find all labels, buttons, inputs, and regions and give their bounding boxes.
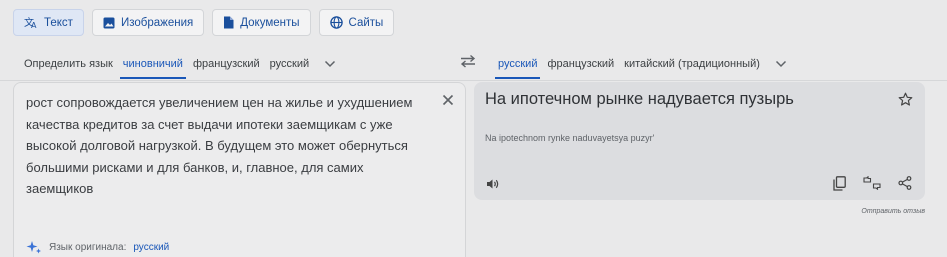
translate-icon: 文A — [24, 16, 38, 29]
swap-languages-button[interactable] — [459, 54, 477, 73]
detected-language-value[interactable]: русский — [133, 242, 169, 253]
source-lang-tab-3[interactable]: русский — [265, 50, 314, 78]
detected-language-label: Язык оригинала: — [49, 241, 127, 253]
source-lang-tab-1[interactable]: чиновничий — [118, 50, 188, 79]
translation-panel: На ипотечном рынке надувается пузырь Na … — [474, 82, 925, 200]
chevron-down-icon — [775, 60, 786, 68]
detected-language: Язык оригинала: русский — [26, 240, 169, 254]
share-button[interactable] — [898, 176, 912, 196]
image-icon — [103, 17, 115, 29]
target-lang-tab-3[interactable]: китайский (традиционный) — [619, 50, 765, 78]
source-language-bar: Определить язык чиновничий французский р… — [19, 50, 336, 79]
send-feedback-link[interactable]: Отправить отзыв — [861, 208, 925, 215]
documents-mode-button[interactable]: Документы — [212, 9, 311, 36]
share-icon — [898, 176, 912, 190]
sites-mode-label: Сайты — [348, 16, 384, 29]
transliteration-text: Na ipotechnom rynke naduvayetsya puzyr' — [485, 133, 655, 143]
document-icon — [223, 16, 234, 29]
source-panel: рост сопровождается увеличением цен на ж… — [13, 82, 466, 257]
swap-icon — [460, 54, 476, 68]
save-translation-button[interactable] — [898, 92, 913, 112]
source-lang-tab-2[interactable]: французский — [188, 50, 265, 78]
source-text-input[interactable]: рост сопровождается увеличением цен на ж… — [26, 92, 421, 200]
rate-translation-button[interactable] — [863, 175, 881, 196]
translation-actions — [833, 175, 912, 196]
copy-button[interactable] — [833, 176, 846, 196]
thumbs-icon — [863, 175, 881, 191]
target-lang-tab-1[interactable]: русский — [493, 50, 542, 79]
star-icon — [898, 92, 913, 106]
close-icon — [442, 94, 454, 106]
translation-text: На ипотечном рынке надувается пузырь — [485, 90, 794, 108]
target-lang-more-button[interactable] — [775, 60, 787, 68]
clear-source-button[interactable] — [442, 93, 454, 111]
target-lang-tab-2[interactable]: французский — [542, 50, 619, 78]
images-mode-label: Изображения — [120, 16, 194, 29]
sites-mode-button[interactable]: Сайты — [318, 9, 395, 36]
text-mode-label: Текст — [44, 16, 73, 29]
sparkle-icon — [26, 241, 41, 254]
detect-language-tab[interactable]: Определить язык — [19, 50, 118, 78]
target-language-bar: русский французский китайский (традицион… — [493, 50, 787, 79]
chevron-down-icon — [325, 60, 336, 68]
images-mode-button[interactable]: Изображения — [91, 9, 205, 36]
documents-mode-label: Документы — [240, 16, 300, 29]
copy-icon — [833, 176, 846, 191]
globe-icon — [329, 16, 343, 29]
toolbar-divider — [0, 80, 947, 81]
mode-toolbar: 文A Текст Изображения Документы Сайты — [13, 9, 395, 36]
speaker-icon — [487, 179, 499, 189]
listen-button[interactable] — [486, 177, 500, 195]
svg-text:A: A — [31, 21, 37, 29]
text-mode-button[interactable]: 文A Текст — [13, 9, 84, 36]
source-lang-more-button[interactable] — [324, 60, 336, 68]
